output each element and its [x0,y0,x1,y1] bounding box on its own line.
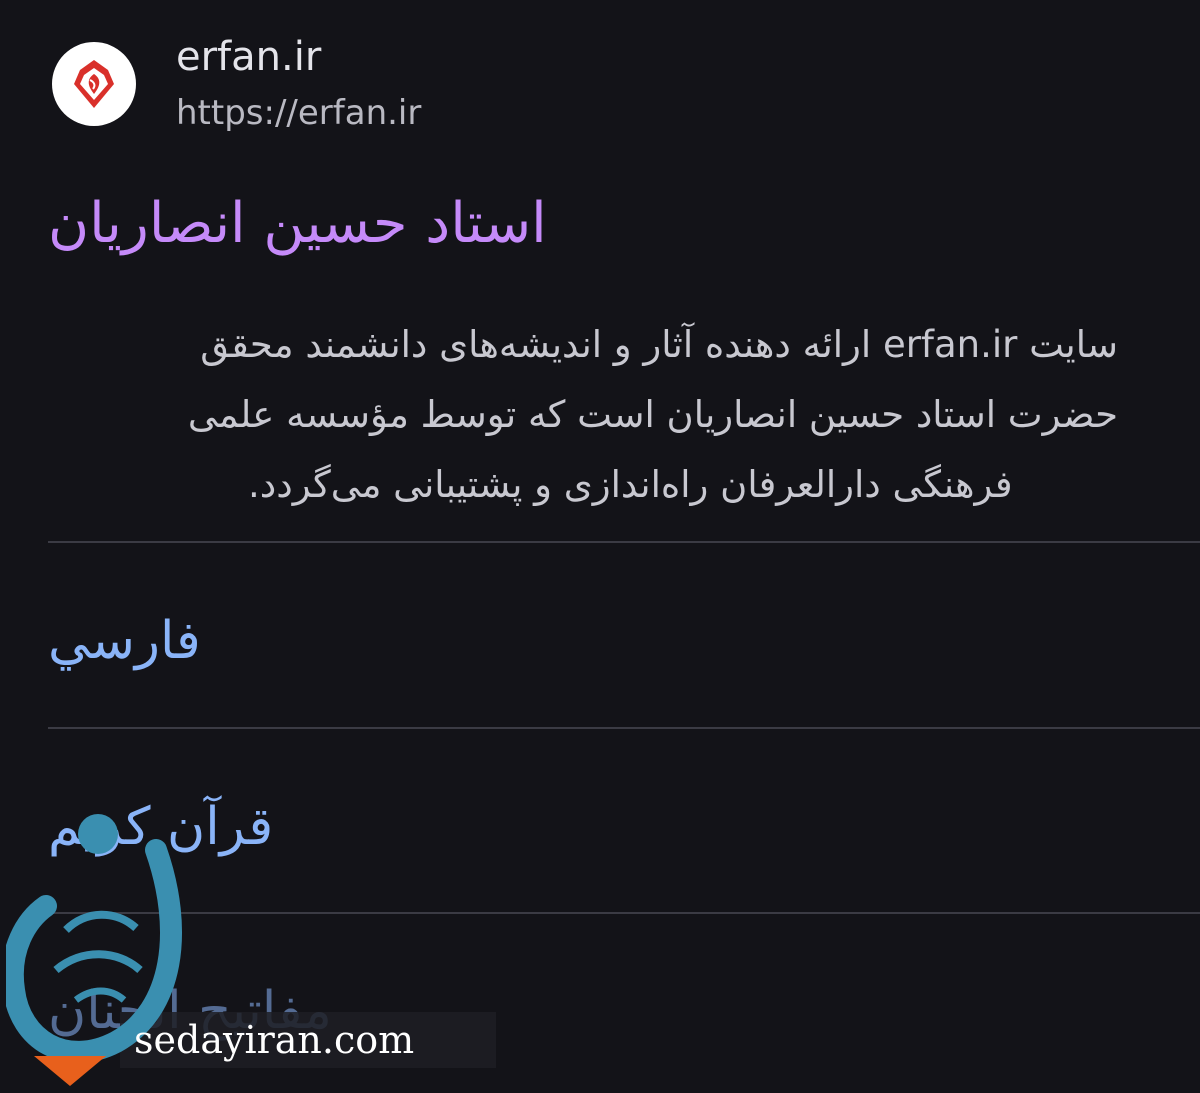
snippet-line: سایت erfan.ir ارائه دهنده آثار و اندیشه‌… [200,323,1118,366]
search-result-card: erfan.ir https://erfan.ir استاد حسین انص… [0,0,1200,1093]
snippet-line: حضرت استاد حسین انصاریان است که توسط مؤس… [187,393,1118,436]
site-header[interactable]: erfan.ir https://erfan.ir [52,34,421,134]
result-title-link[interactable]: استاد حسین انصاریان [48,186,608,262]
site-name: erfan.ir [176,34,322,80]
divider [48,541,1200,543]
site-meta: erfan.ir https://erfan.ir [176,34,421,134]
erfan-logo-icon [52,42,136,126]
result-snippet: سایت erfan.ir ارائه دهنده آثار و اندیشه‌… [48,310,1118,520]
divider [48,727,1200,729]
site-url: https://erfan.ir [176,93,422,133]
watermark-text: sedayiran.com [134,1018,415,1062]
sitelink-farsi[interactable]: فارسي [48,606,201,676]
divider [48,912,1200,914]
snippet-line: فرهنگی دارالعرفان راه‌اندازی و پشتیبانی … [248,463,1013,506]
